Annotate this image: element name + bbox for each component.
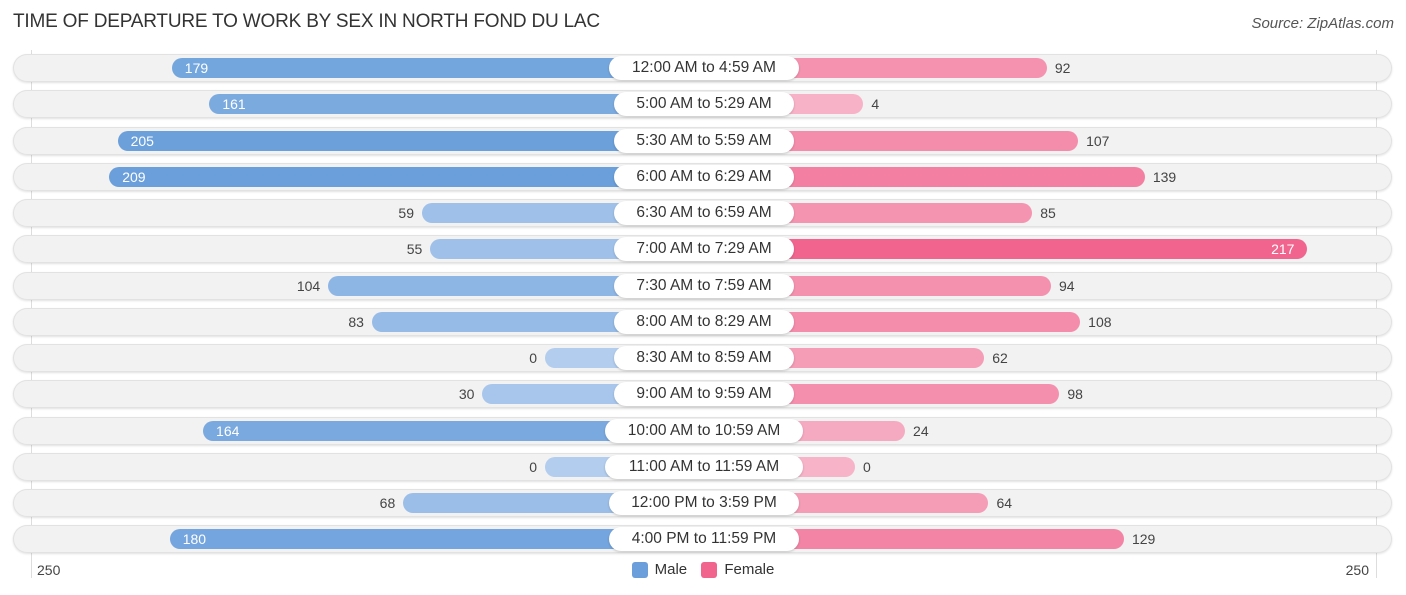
category-label: 7:00 AM to 7:29 AM (613, 237, 795, 262)
value-label-female: 129 (1131, 531, 1156, 548)
legend-label-male: Male (654, 561, 688, 578)
value-label-male: 209 (122, 168, 146, 185)
category-label: 8:30 AM to 8:59 AM (613, 346, 795, 370)
value-label-female: 108 (1088, 313, 1112, 330)
value-label-male: 205 (130, 132, 154, 149)
value-label-female: 4 (871, 96, 880, 113)
value-label-female: 217 (1271, 241, 1295, 258)
value-label-female: 64 (996, 495, 1013, 511)
value-label-male: 59 (398, 205, 414, 221)
category-label: 12:00 PM to 3:59 PM (609, 491, 799, 515)
category-label: 6:00 AM to 6:29 AM (613, 164, 795, 189)
legend-item-female[interactable]: Female (701, 561, 774, 578)
category-label: 7:30 AM to 7:59 AM (613, 273, 795, 298)
category-label: 6:30 AM to 6:59 AM (613, 201, 795, 225)
category-label: 8:00 AM to 8:29 AM (613, 309, 795, 334)
value-label-female: 139 (1152, 168, 1177, 185)
value-label-male: 0 (529, 458, 537, 475)
category-label: 5:30 AM to 5:59 AM (613, 128, 795, 153)
value-label-female: 62 (992, 350, 1008, 366)
value-label-male: 0 (529, 350, 537, 366)
value-label-female: 107 (1086, 132, 1110, 149)
value-label-male: 180 (182, 531, 207, 548)
value-label-male: 164 (216, 422, 240, 439)
value-label-female: 24 (913, 422, 929, 439)
category-label: 9:00 AM to 9:59 AM (613, 382, 795, 407)
category-label: 4:00 PM to 11:59 PM (609, 527, 799, 552)
value-label-male: 104 (296, 277, 321, 294)
category-label: 12:00 AM to 4:59 AM (609, 56, 799, 80)
value-label-female: 94 (1058, 277, 1075, 294)
category-label: 5:00 AM to 5:29 AM (613, 92, 795, 117)
value-label-female: 92 (1054, 60, 1071, 76)
legend-swatch-male (631, 561, 648, 578)
legend-swatch-female (701, 561, 718, 578)
value-label-male: 55 (406, 241, 423, 258)
value-label-male: 30 (458, 386, 475, 403)
value-label-male: 68 (379, 495, 396, 511)
legend-label-female: Female (724, 561, 775, 578)
value-label-female: 85 (1040, 205, 1056, 221)
legend: Male Female (0, 561, 1406, 582)
bar-male[interactable] (109, 166, 700, 187)
legend-item-male[interactable]: Male (631, 561, 688, 578)
value-label-female: 98 (1067, 386, 1083, 403)
bar-male[interactable] (117, 130, 700, 151)
category-label: 10:00 AM to 10:59 AM (605, 418, 803, 443)
category-label: 11:00 AM to 11:59 AM (605, 454, 803, 479)
value-label-male: 83 (348, 313, 364, 330)
value-label-male: 161 (222, 96, 246, 113)
value-label-female: 0 (863, 458, 871, 475)
chart-area: 179 92 12:00 AM to 4:59 AM 161 4 5:00 AM to 5… (0, 0, 1406, 595)
value-label-male: 179 (184, 60, 209, 76)
